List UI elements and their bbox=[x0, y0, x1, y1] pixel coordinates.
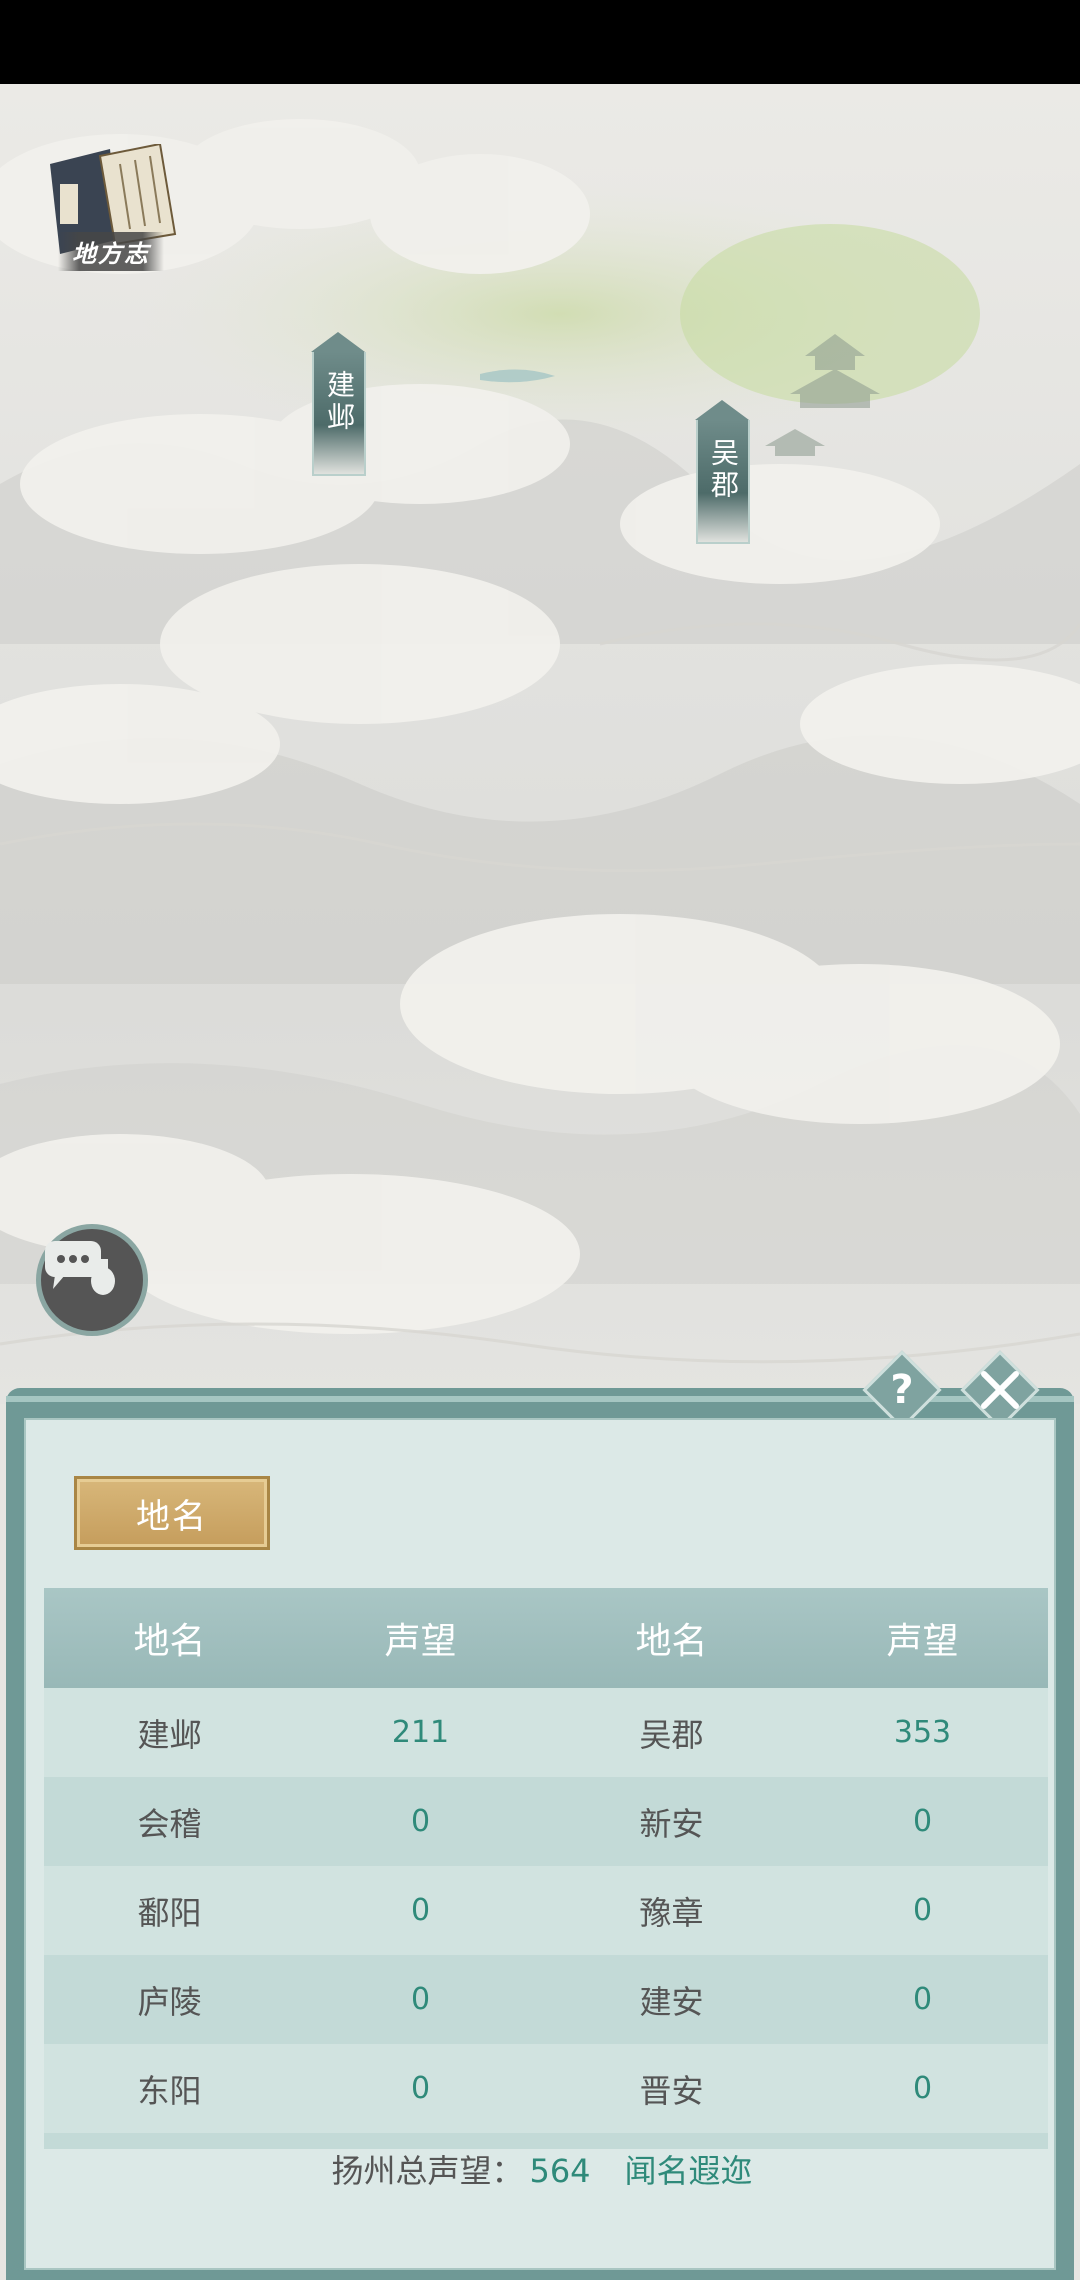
reputation-value: 0 bbox=[912, 1982, 933, 2017]
city-name: 吴郡 bbox=[696, 420, 750, 544]
reputation-value: 0 bbox=[912, 1893, 933, 1928]
chat-button[interactable] bbox=[36, 1224, 148, 1336]
total-reputation-label: 扬州总声望： bbox=[331, 2152, 524, 2190]
reputation-value: 0 bbox=[912, 2071, 933, 2106]
table-row: 鄱阳 0 豫章 0 bbox=[44, 1866, 1048, 1955]
table-row: 会稽 0 新安 0 bbox=[44, 1777, 1048, 1866]
table-row: 东阳 0 晋安 0 bbox=[44, 2044, 1048, 2133]
reputation-panel: ? 地名 地名 声望 地名 声望 建邺 211 吴郡 353 会稽 0 新安 0… bbox=[6, 1350, 1074, 2280]
city-marker-jianye[interactable]: 建邺 bbox=[311, 332, 366, 476]
place-name: 东阳 bbox=[137, 2071, 202, 2110]
place-name: 会稽 bbox=[137, 1804, 202, 1843]
region-map[interactable]: 地方志 建邺 吴郡 bbox=[0, 84, 1080, 1404]
close-icon bbox=[981, 1371, 1019, 1409]
reputation-value: 0 bbox=[410, 1893, 431, 1928]
city-name: 建邺 bbox=[312, 352, 366, 476]
status-bar bbox=[0, 0, 1080, 84]
reputation-value: 0 bbox=[410, 1982, 431, 2017]
city-marker-wujun[interactable]: 吴郡 bbox=[695, 400, 750, 544]
place-name: 鄱阳 bbox=[137, 1893, 202, 1932]
place-name: 晋安 bbox=[639, 2071, 704, 2110]
place-name: 豫章 bbox=[639, 1893, 704, 1932]
column-header: 地名 bbox=[635, 1621, 708, 1662]
panel-body: 地名 地名 声望 地名 声望 建邺 211 吴郡 353 会稽 0 新安 0 鄱… bbox=[24, 1418, 1056, 2270]
table-header: 地名 声望 地名 声望 bbox=[44, 1588, 1048, 1688]
place-name: 建安 bbox=[639, 1982, 704, 2021]
reputation-value: 0 bbox=[912, 1804, 933, 1839]
reputation-value: 0 bbox=[410, 1804, 431, 1839]
chat-bubble-icon bbox=[45, 1241, 115, 1295]
place-name: 新安 bbox=[639, 1804, 704, 1843]
column-header: 声望 bbox=[886, 1621, 959, 1662]
reputation-table: 地名 声望 地名 声望 建邺 211 吴郡 353 会稽 0 新安 0 鄱阳 0… bbox=[44, 1588, 1048, 2149]
question-icon: ? bbox=[890, 1367, 914, 1413]
total-reputation: 扬州总声望： 564 闻名遐迩 bbox=[26, 2146, 1058, 2192]
column-header: 声望 bbox=[384, 1621, 457, 1662]
table-row: 建邺 211 吴郡 353 bbox=[44, 1688, 1048, 1777]
tab-place-names[interactable]: 地名 bbox=[74, 1476, 270, 1550]
map-clouds bbox=[0, 119, 1080, 1364]
atlas-label[interactable]: 地方志 bbox=[58, 232, 164, 271]
reputation-value: 0 bbox=[410, 2071, 431, 2106]
reputation-value: 211 bbox=[391, 1715, 450, 1750]
place-name: 庐陵 bbox=[137, 1982, 202, 2021]
place-name: 吴郡 bbox=[639, 1715, 704, 1754]
table-row: 庐陵 0 建安 0 bbox=[44, 1955, 1048, 2044]
reputation-rank: 闻名遐迩 bbox=[624, 2152, 753, 2190]
reputation-value: 353 bbox=[893, 1715, 952, 1750]
place-name: 建邺 bbox=[137, 1715, 202, 1754]
total-reputation-value: 564 bbox=[529, 2152, 591, 2190]
column-header: 地名 bbox=[133, 1621, 206, 1662]
